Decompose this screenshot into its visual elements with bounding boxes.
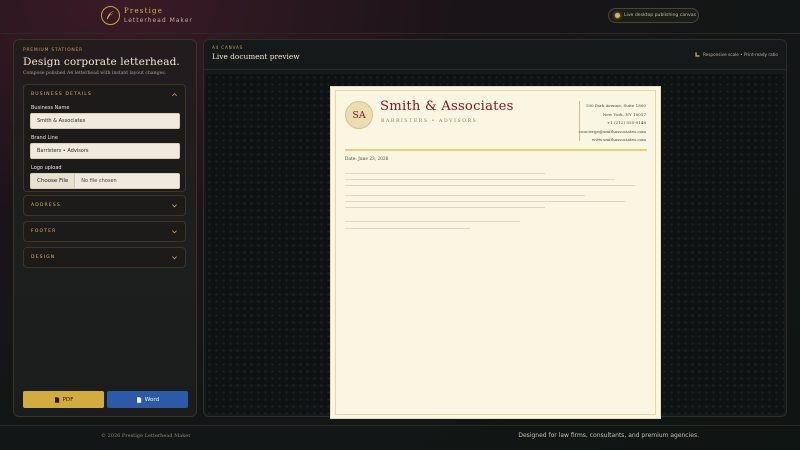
quill-icon — [101, 6, 120, 25]
preview-meta: Responsive scale • Print-ready ratio — [695, 52, 778, 57]
body-line — [345, 173, 545, 174]
section-address-toggle[interactable]: Address — [24, 196, 185, 215]
address-line: concierge@smithassociates.com — [578, 128, 646, 134]
export-word-button[interactable]: Word — [107, 391, 188, 408]
sidebar-description: Compose polished A4 letterhead with inst… — [23, 71, 167, 76]
chevron-down-icon — [172, 230, 177, 234]
letter-date: Date: June 23, 2026 — [345, 157, 389, 162]
section-business-details: Business details Business Name Smith & A… — [23, 84, 186, 192]
preview-title: Live document preview — [212, 52, 300, 61]
editor-sidebar: Premium Stationer Design corporate lette… — [13, 39, 197, 417]
letterhead-address: 100 Park Avenue, Suite 1800 New York, NY… — [579, 102, 646, 145]
business-name-input[interactable]: Smith & Associates — [30, 113, 180, 129]
app-header: Prestige Letterhead Maker Live desktop p… — [0, 0, 800, 34]
business-name-label: Business Name — [31, 105, 70, 111]
body-line — [345, 201, 625, 202]
section-address: Address — [23, 195, 186, 216]
address-line: +1 (212) 555-0148 — [606, 120, 646, 125]
preview-header: A4 Canvas Live document preview Responsi… — [204, 40, 786, 70]
app-footer: © 2026 Prestige Letterhead Maker Designe… — [0, 425, 800, 450]
sidebar-eyebrow: Premium Stationer — [23, 48, 83, 53]
body-line — [345, 228, 470, 229]
body-line — [345, 179, 615, 180]
logo-upload-label: Logo upload — [31, 165, 62, 171]
brand-line-input[interactable]: Barristers • Advisors — [30, 143, 180, 159]
export-word-label: Word — [144, 396, 160, 403]
sidebar-title: Design corporate letterhead. — [23, 56, 180, 68]
section-design-toggle[interactable]: Design — [24, 248, 185, 267]
section-footer-toggle[interactable]: Footer — [24, 222, 185, 241]
address-line: www.smithassociates.com — [591, 137, 646, 142]
section-label: Footer — [31, 229, 57, 234]
body-line — [345, 195, 585, 196]
letterhead-tagline: Barristers • Advisors — [381, 119, 478, 124]
preview-panel: A4 Canvas Live document preview Responsi… — [203, 39, 787, 419]
section-business-details-toggle[interactable]: Business details — [24, 85, 185, 103]
body-line — [345, 185, 635, 186]
ruler-icon — [695, 52, 700, 57]
brand-subtitle: Letterhead Maker — [124, 17, 193, 24]
body-line — [345, 221, 520, 222]
section-label: Design — [31, 255, 56, 260]
document-icon — [54, 396, 59, 403]
status-pill-text: Live desktop publishing canvas — [624, 13, 696, 18]
section-design: Design — [23, 247, 186, 268]
footer-tagline: Designed for law firms, consultants, and… — [518, 432, 699, 439]
chevron-down-icon — [172, 204, 177, 208]
chevron-down-icon — [172, 256, 177, 260]
address-line: 100 Park Avenue, Suite 1800 — [585, 103, 646, 108]
export-pdf-button[interactable]: PDF — [23, 391, 104, 408]
chevron-up-icon — [172, 92, 177, 96]
status-dot-icon — [615, 13, 620, 18]
brand-line-label: Brand Line — [31, 135, 58, 141]
section-footer: Footer — [23, 221, 186, 242]
status-pill: Live desktop publishing canvas — [608, 8, 699, 23]
document-icon — [136, 396, 141, 403]
logo-upload-input: Choose File No file chosen — [30, 173, 180, 189]
footer-copyright: © 2026 Prestige Letterhead Maker — [101, 433, 191, 439]
preview-canvas: SA Smith & Associates Barristers • Advis… — [206, 74, 784, 419]
section-label: Business details — [31, 91, 92, 97]
body-line — [345, 207, 545, 208]
choose-file-button[interactable]: Choose File — [31, 174, 76, 188]
address-line: New York, NY 10017 — [602, 111, 646, 117]
letterhead-page: SA Smith & Associates Barristers • Advis… — [330, 86, 661, 419]
file-status: No file chosen — [81, 178, 117, 184]
letterhead-company: Smith & Associates — [380, 99, 514, 114]
section-label: Address — [31, 203, 61, 208]
monogram-logo: SA — [345, 101, 373, 129]
preview-meta-text: Responsive scale • Print-ready ratio — [702, 52, 778, 57]
export-pdf-label: PDF — [62, 396, 74, 403]
preview-eyebrow: A4 Canvas — [212, 45, 244, 50]
gold-divider — [345, 149, 647, 151]
brand-name: Prestige — [124, 7, 164, 15]
